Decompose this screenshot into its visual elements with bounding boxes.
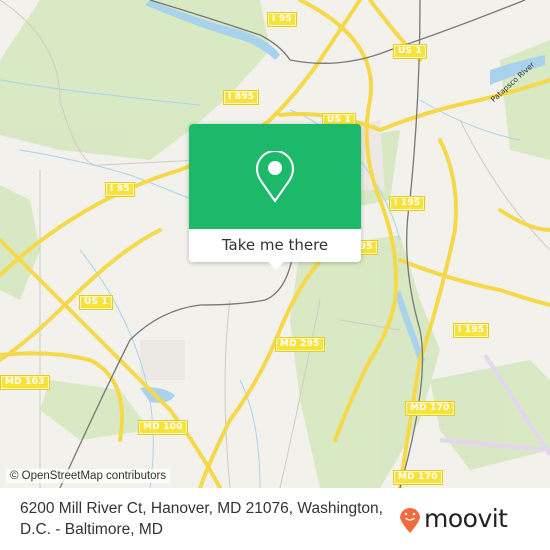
- moovit-pin-icon: [400, 508, 420, 533]
- popup-pointer: [267, 261, 285, 270]
- road-shield-i195: I 195: [453, 323, 490, 338]
- moovit-logo[interactable]: moovit: [398, 503, 508, 535]
- road-shield-md170: MD 170: [405, 401, 455, 416]
- road-shield-md103: MD 103: [0, 375, 50, 390]
- map-view[interactable]: I 95 US 1 I 895 US 1 I 95 I 195 MD 295 U…: [0, 0, 550, 488]
- road-shield-md295: MD 295: [275, 337, 325, 352]
- road-shield-i95: I 95: [105, 182, 135, 197]
- road-shield-i95: I 95: [267, 12, 297, 27]
- road-shield-us1: US 1: [393, 44, 427, 59]
- brand-name: moovit: [424, 504, 508, 533]
- popup-header: [189, 124, 361, 229]
- road-shield-md170: MD 170: [393, 470, 443, 485]
- map-attribution[interactable]: © OpenStreetMap contributors: [6, 469, 171, 483]
- footer: 6200 Mill River Ct, Hanover, MD 21076, W…: [0, 488, 550, 550]
- take-me-there-button[interactable]: Take me there: [189, 229, 361, 262]
- road-shield-i195: I 195: [389, 196, 426, 211]
- road-shield-us1: US 1: [79, 295, 113, 310]
- location-pin-icon: [256, 151, 294, 203]
- address-text: 6200 Mill River Ct, Hanover, MD 21076, W…: [20, 500, 383, 538]
- destination-popup: Take me there: [189, 124, 361, 270]
- road-shield-md100: MD 100: [138, 420, 188, 435]
- road-shield-i895: I 895: [223, 90, 260, 105]
